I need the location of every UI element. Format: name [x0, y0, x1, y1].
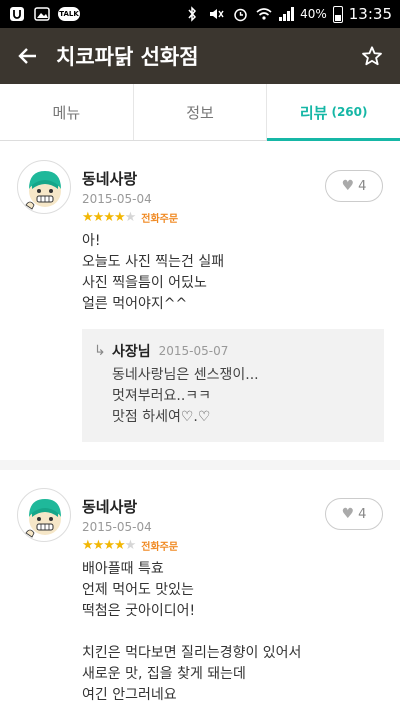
rating: ★ ★ ★ ★ ★ 전화주문 — [82, 538, 384, 553]
star-empty-icon: ★ — [124, 210, 137, 225]
alarm-icon — [231, 6, 249, 22]
heart-icon: ♥ — [341, 506, 355, 522]
star-filled-icon: ★ — [92, 210, 105, 225]
star-filled-icon: ★ — [103, 210, 115, 225]
signal-icon — [279, 7, 295, 21]
like-button[interactable]: ♥ 4 — [325, 498, 383, 530]
order-type-label: 전화주문 — [141, 214, 179, 225]
avatar — [17, 488, 71, 542]
mute-icon — [207, 6, 225, 22]
star-rating: ★ ★ ★ ★ ★ — [82, 210, 137, 225]
tab-bar: 메뉴 정보 리뷰 (260) — [0, 84, 400, 141]
review-item: ♥ 4 동네사랑 2015-05-04 ★ ★ ★ ★ ★ 전화주문 배아플때 특효 언… — [0, 470, 400, 711]
app-bar: 치코파닭 선화점 — [0, 28, 400, 84]
star-outline-icon — [362, 46, 382, 66]
wifi-icon — [255, 6, 273, 22]
reply-text: 동네사랑님은 센스쟁이... 멋져부러요..ㅋㅋ 맛점 하세여♡.♡ — [112, 367, 259, 425]
tab-label: 정보 — [186, 103, 214, 122]
like-count: 4 — [358, 506, 367, 522]
review-count: (260) — [331, 105, 368, 119]
battery-icon — [332, 5, 343, 23]
star-filled-icon: ★ — [113, 210, 126, 225]
tab-menu[interactable]: 메뉴 — [0, 84, 133, 140]
u-plus-icon — [8, 6, 26, 22]
like-count: 4 — [358, 178, 367, 194]
clock: 13:35 — [348, 5, 392, 23]
review-item: ♥ 4 동네사랑 2015-05-04 ★ ★ ★ ★ ★ 전화주문 아! 오늘도 사진… — [0, 142, 400, 460]
tab-label: 메뉴 — [52, 103, 81, 122]
favorite-button[interactable] — [344, 28, 400, 84]
star-empty-icon: ★ — [124, 538, 137, 553]
reply-arrow-icon: ↳ — [94, 343, 106, 359]
back-button[interactable] — [0, 28, 56, 84]
owner-reply: ↳ 사장님 2015-05-07 동네사랑님은 센스쟁이... 멋져부러요..ㅋ… — [82, 329, 384, 442]
review-list[interactable]: ♥ 4 동네사랑 2015-05-04 ★ ★ ★ ★ ★ 전화주문 아! 오늘도 사진… — [0, 142, 400, 711]
tab-info[interactable]: 정보 — [132, 84, 267, 140]
star-filled-icon: ★ — [103, 538, 115, 553]
reply-author: 사장님 — [112, 344, 151, 360]
star-rating: ★ ★ ★ ★ ★ — [82, 538, 137, 553]
star-filled-icon: ★ — [113, 538, 126, 553]
order-type-label: 전화주문 — [141, 542, 179, 553]
star-filled-icon: ★ — [82, 210, 94, 225]
star-filled-icon: ★ — [82, 538, 94, 553]
star-filled-icon: ★ — [92, 538, 105, 553]
status-bar: TALK 40% 13:35 — [0, 0, 400, 28]
gallery-icon — [33, 6, 51, 22]
kakaotalk-icon: TALK — [58, 7, 80, 21]
bluetooth-icon — [183, 6, 201, 22]
page-title: 치코파닭 선화점 — [56, 45, 199, 69]
review-text: 아! 오늘도 사진 찍는건 실패 사진 찍을틈이 어딨노 얼른 먹어야지^^ — [82, 233, 225, 312]
tab-reviews[interactable]: 리뷰 (260) — [266, 84, 400, 141]
arrow-left-icon — [18, 48, 36, 64]
heart-icon: ♥ — [341, 178, 355, 194]
avatar — [17, 160, 71, 214]
battery-percent: 40% — [300, 7, 327, 21]
tab-label: 리뷰 — [299, 103, 328, 122]
reply-date: 2015-05-07 — [158, 344, 229, 358]
review-text: 배아플때 특효 언제 먹어도 맛있는 떡첨은 굿아이디어! 치킨은 먹다보면 질… — [82, 561, 302, 703]
like-button[interactable]: ♥ 4 — [325, 170, 383, 202]
rating: ★ ★ ★ ★ ★ 전화주문 — [82, 210, 384, 225]
